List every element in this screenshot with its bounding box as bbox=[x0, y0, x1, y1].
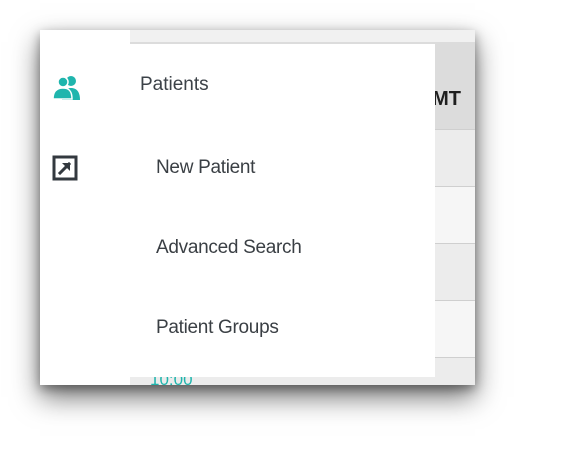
menu-item-patient-groups[interactable]: Patient Groups bbox=[156, 317, 279, 339]
patients-icon[interactable] bbox=[52, 74, 82, 100]
menu-title-patients[interactable]: Patients bbox=[140, 74, 209, 96]
menu-item-advanced-search[interactable]: Advanced Search bbox=[156, 237, 302, 259]
patients-flyout-menu: Patients New Patient Advanced Search Pat… bbox=[118, 44, 435, 377]
background-header-text: MT bbox=[432, 88, 461, 110]
menu-item-new-patient[interactable]: New Patient bbox=[156, 157, 255, 179]
patients-menu-window: MT 10:00 Patients New Patient Advanced S… bbox=[40, 30, 475, 385]
external-link-icon[interactable] bbox=[52, 155, 78, 181]
